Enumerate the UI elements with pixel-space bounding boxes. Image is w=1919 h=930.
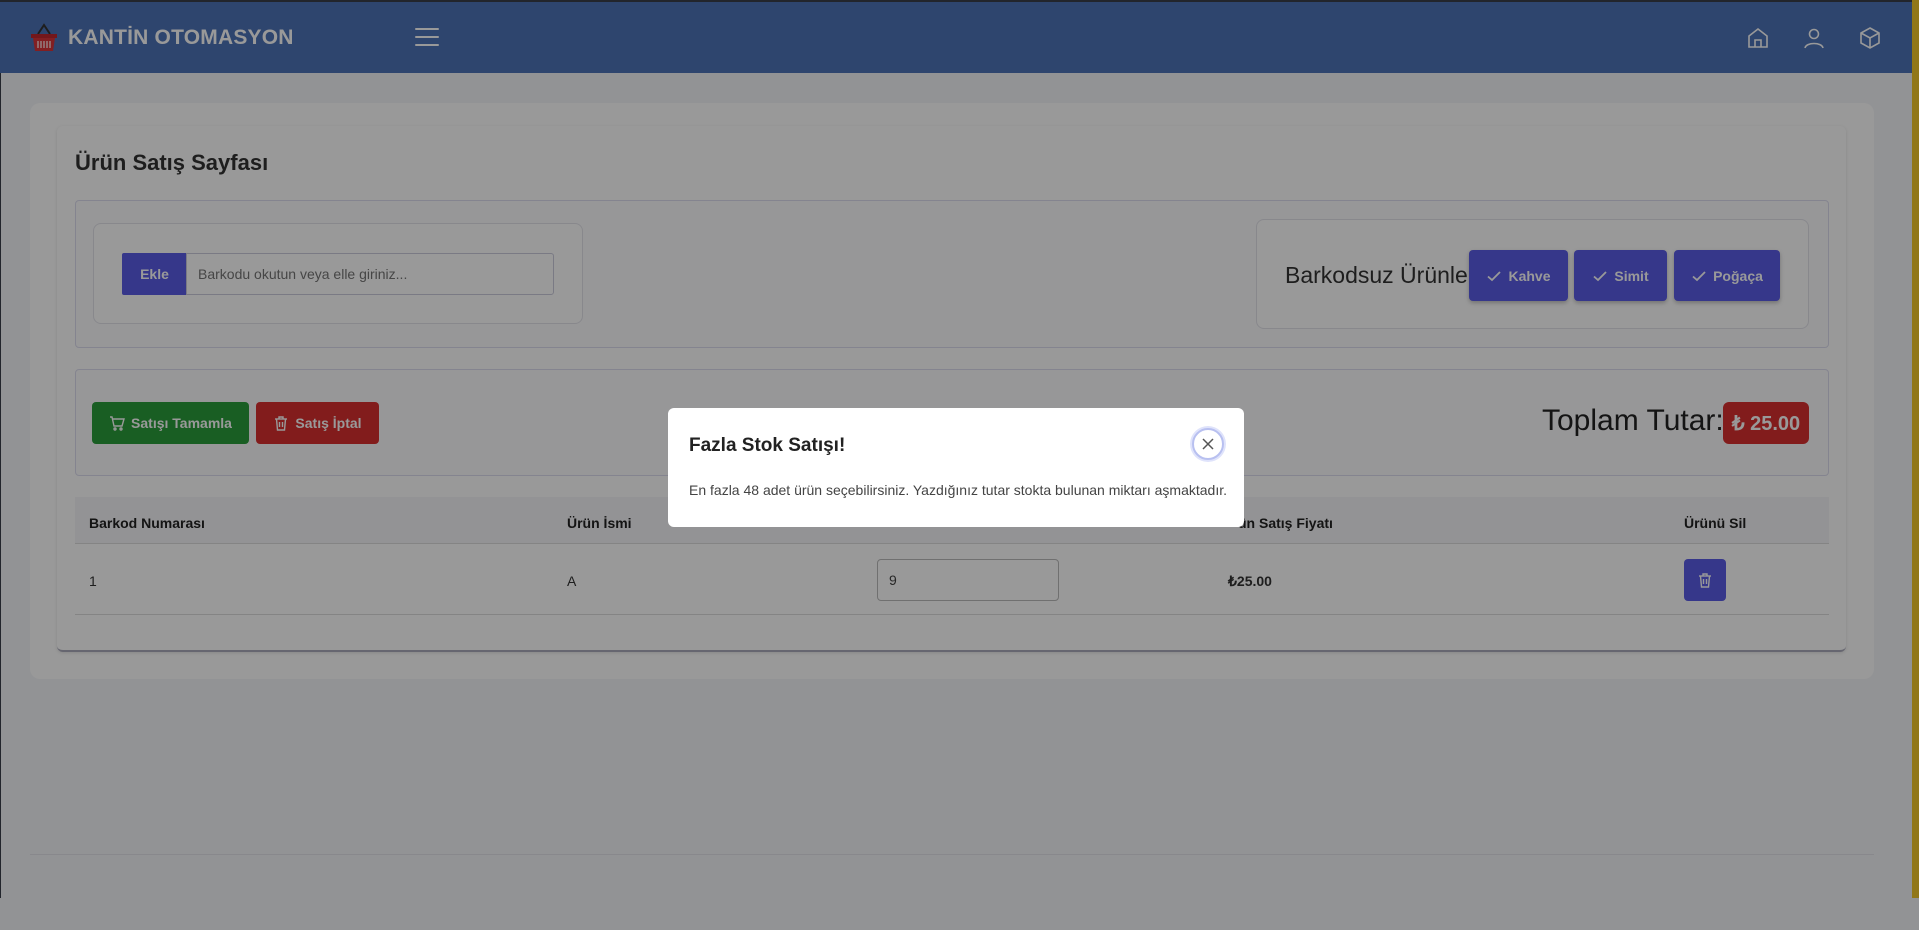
modal-title: Fazla Stok Satışı! bbox=[689, 435, 846, 456]
close-button[interactable] bbox=[1192, 428, 1224, 460]
modal-message: En fazla 48 adet ürün seçebilirsiniz. Ya… bbox=[689, 482, 1227, 498]
stock-warning-modal: Fazla Stok Satışı! En fazla 48 adet ürün… bbox=[668, 408, 1244, 527]
close-icon bbox=[1202, 438, 1214, 450]
